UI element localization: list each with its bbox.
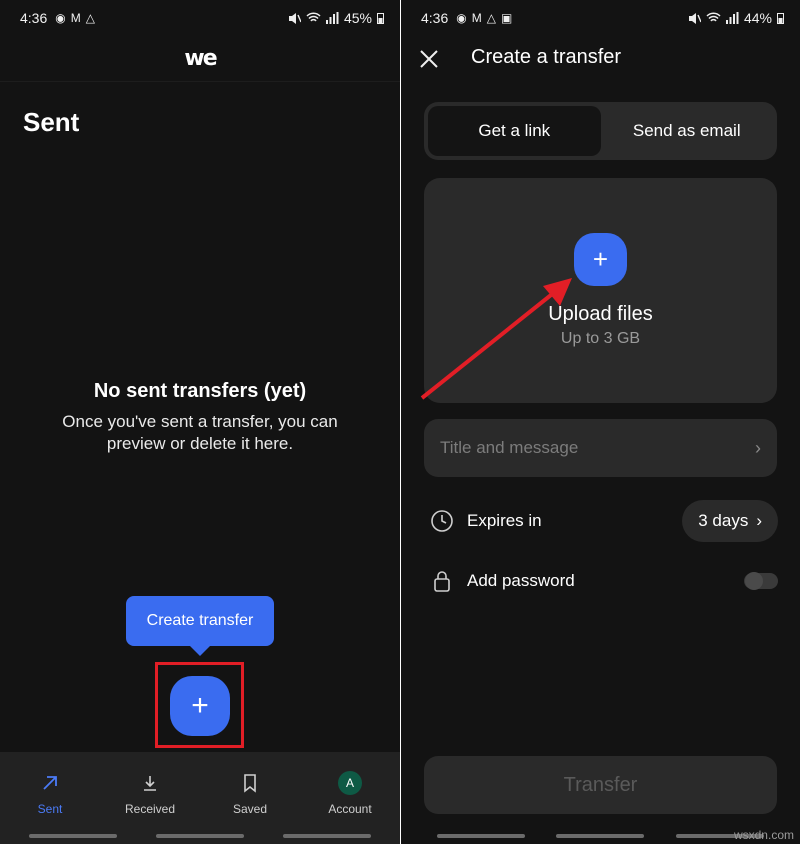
page-title: Sent [23,107,80,137]
bottom-nav: Sent Received Saved A Account [0,752,400,844]
tooltip-label: Create transfer [146,612,254,629]
create-transfer-header: Create a transfer [401,36,800,82]
notification-icon: ◉ [456,11,467,25]
status-right: 44% [688,10,784,26]
chevron-right-icon: › [756,511,762,530]
close-icon[interactable] [419,49,439,69]
keyhole-icon: △ [486,11,496,25]
expiry-selector[interactable]: 3 days › [682,500,778,542]
create-transfer-screen: 4:36 ◉ M △ ▣ 44% Create a transfer Get a… [401,0,800,844]
status-time: 4:36 [20,10,48,26]
signal-icon [725,12,739,24]
nav-label: Account [328,802,372,816]
download-icon [141,770,159,796]
tab-get-link[interactable]: Get a link [428,106,601,156]
tab-send-email[interactable]: Send as email [601,106,774,156]
nav-item-account[interactable]: A Account [300,752,400,844]
nav-label: Saved [232,802,268,816]
transfer-button[interactable]: Transfer [424,756,777,814]
mail-icon: M [70,11,81,25]
watermark: wsxdn.com [733,828,794,842]
transfer-type-toggle: Get a link Send as email [424,102,777,160]
bookmark-icon [242,770,258,796]
expires-label: Expires in [467,511,542,530]
mail-icon: M [471,11,482,25]
lock-icon [429,568,455,594]
clock-icon [429,508,455,534]
empty-state-description: Once you've sent a transfer, you can pre… [62,412,338,453]
chevron-right-icon: › [755,437,761,458]
sent-screen: 4:36 ◉ M △ 45% we Sent No sent transfers… [0,0,400,844]
status-bar: 4:36 ◉ M △ ▣ 44% [401,0,800,36]
status-right: 45% [288,10,384,26]
keyhole-icon: △ [85,11,95,25]
battery-text: 45% [343,10,372,26]
mute-icon [688,12,701,24]
nav-label: Received [124,802,176,816]
arrow-up-right-icon [41,770,59,796]
password-row: Add password [429,564,778,598]
notification-icons: ◉ M △ ▣ [456,11,512,25]
nav-item-sent[interactable]: Sent [0,752,100,844]
password-label: Add password [467,571,575,590]
battery-icon [777,13,784,24]
wetransfer-logo: we [184,46,217,71]
password-toggle[interactable] [744,572,778,590]
upload-size-limit: Up to 3 GB [560,330,641,347]
signal-icon [325,12,339,24]
nav-item-saved[interactable]: Saved [200,752,300,844]
app-header: we [0,36,400,82]
gesture-bar [0,834,400,838]
plus-icon: + [592,244,609,274]
notification-icon: ◉ [55,11,66,25]
image-icon: ▣ [500,11,513,25]
upload-title: Upload files [548,303,653,325]
upload-files-button[interactable]: + [574,233,627,286]
plus-icon: + [191,689,209,722]
avatar: A [338,771,362,795]
wifi-icon [306,12,321,22]
tab-label: Get a link [478,121,551,140]
empty-state-title: No sent transfers (yet) [93,380,307,402]
avatar-wrapper: A [338,770,362,796]
battery-text: 44% [743,10,772,26]
notification-icons: ◉ M △ [55,11,95,25]
status-time: 4:36 [421,10,449,26]
nav-label: Sent [37,802,63,816]
status-bar: 4:36 ◉ M △ 45% [0,0,400,36]
create-transfer-button[interactable]: + [170,676,230,736]
title-message-field[interactable]: Title and message › [424,419,777,477]
create-transfer-tooltip[interactable]: Create transfer [126,596,274,656]
page-title: Create a transfer [471,46,622,68]
mute-icon [288,12,301,24]
tab-label: Send as email [632,121,741,140]
upload-files-panel[interactable]: + Upload files Up to 3 GB [424,178,777,403]
battery-icon [377,13,384,24]
expires-row: Expires in 3 days › [429,500,778,542]
nav-item-received[interactable]: Received [100,752,200,844]
wifi-icon [706,12,721,22]
title-message-placeholder: Title and message [440,438,579,457]
transfer-label: Transfer [563,773,638,796]
expiry-value: 3 days [698,511,749,530]
